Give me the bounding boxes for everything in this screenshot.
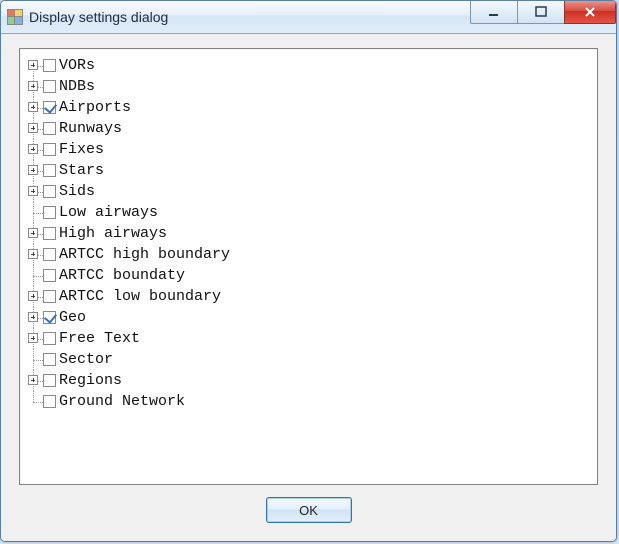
- expand-icon[interactable]: [28, 81, 38, 91]
- tree-line: [24, 328, 43, 349]
- tree-node-label: Low airways: [59, 202, 158, 223]
- checkbox[interactable]: [43, 332, 56, 345]
- checkbox[interactable]: [43, 206, 56, 219]
- tree-node-label: Free Text: [59, 328, 140, 349]
- client-area: VORsNDBsAirportsRunwaysFixesStarsSidsLow…: [1, 34, 616, 541]
- tree-node[interactable]: Airports: [24, 97, 593, 118]
- expand-icon[interactable]: [28, 60, 38, 70]
- checkbox[interactable]: [43, 164, 56, 177]
- dialog-window: Display settings dialog VORsNDBsAirports…: [0, 0, 617, 542]
- tree-line: [24, 97, 43, 118]
- close-icon: [584, 6, 596, 18]
- tree-node-label: ARTCC boundaty: [59, 265, 185, 286]
- expand-icon[interactable]: [28, 144, 38, 154]
- expand-icon[interactable]: [28, 291, 38, 301]
- tree-line: [24, 223, 43, 244]
- tree-node[interactable]: Fixes: [24, 139, 593, 160]
- tree-line: [24, 244, 43, 265]
- tree-line: [24, 265, 43, 286]
- tree-line: [24, 307, 43, 328]
- tree-node[interactable]: ARTCC high boundary: [24, 244, 593, 265]
- tree-line: [24, 181, 43, 202]
- checkbox[interactable]: [43, 395, 56, 408]
- tree-node[interactable]: Sids: [24, 181, 593, 202]
- close-button[interactable]: [564, 1, 616, 24]
- tree-node-label: Regions: [59, 370, 122, 391]
- tree-node-label: Airports: [59, 97, 131, 118]
- tree-line: [24, 349, 43, 370]
- maximize-button[interactable]: [517, 1, 565, 24]
- checkbox[interactable]: [43, 122, 56, 135]
- checkbox[interactable]: [43, 269, 56, 282]
- tree-line: [24, 139, 43, 160]
- tree-node-label: Runways: [59, 118, 122, 139]
- tree-line: [24, 118, 43, 139]
- checkbox[interactable]: [43, 227, 56, 240]
- tree-node-label: Ground Network: [59, 391, 185, 412]
- checkbox[interactable]: [43, 185, 56, 198]
- expand-icon[interactable]: [28, 186, 38, 196]
- tree-line: [24, 160, 43, 181]
- tree-node-label: High airways: [59, 223, 167, 244]
- tree-node[interactable]: Low airways: [24, 202, 593, 223]
- titlebar: Display settings dialog: [1, 1, 616, 34]
- expand-icon[interactable]: [28, 165, 38, 175]
- app-icon: [7, 9, 23, 25]
- tree-node[interactable]: Free Text: [24, 328, 593, 349]
- tree-node[interactable]: ARTCC boundaty: [24, 265, 593, 286]
- expand-icon[interactable]: [28, 249, 38, 259]
- tree-node-label: Stars: [59, 160, 104, 181]
- checkbox[interactable]: [43, 311, 56, 324]
- tree-node-label: Sector: [59, 349, 113, 370]
- tree-view[interactable]: VORsNDBsAirportsRunwaysFixesStarsSidsLow…: [19, 48, 598, 485]
- expand-icon[interactable]: [28, 102, 38, 112]
- tree-node-label: ARTCC high boundary: [59, 244, 230, 265]
- expand-icon[interactable]: [28, 375, 38, 385]
- tree-node-label: Fixes: [59, 139, 104, 160]
- tree-node[interactable]: ARTCC low boundary: [24, 286, 593, 307]
- tree-node[interactable]: Runways: [24, 118, 593, 139]
- window-control-group: [471, 1, 616, 23]
- ok-button[interactable]: OK: [266, 497, 352, 523]
- minimize-icon: [488, 6, 500, 18]
- tree-node[interactable]: Regions: [24, 370, 593, 391]
- tree-node-label: VORs: [59, 55, 95, 76]
- expand-icon[interactable]: [28, 333, 38, 343]
- tree-node[interactable]: High airways: [24, 223, 593, 244]
- tree-node[interactable]: NDBs: [24, 76, 593, 97]
- tree-node-label: Sids: [59, 181, 95, 202]
- expand-icon[interactable]: [28, 123, 38, 133]
- tree-line: [24, 391, 43, 412]
- tree-node[interactable]: Ground Network: [24, 391, 593, 412]
- tree-node-label: ARTCC low boundary: [59, 286, 221, 307]
- tree-line: [24, 286, 43, 307]
- expand-icon[interactable]: [28, 228, 38, 238]
- checkbox[interactable]: [43, 353, 56, 366]
- tree-line: [24, 55, 43, 76]
- tree-node[interactable]: Stars: [24, 160, 593, 181]
- checkbox[interactable]: [43, 80, 56, 93]
- checkbox[interactable]: [43, 59, 56, 72]
- minimize-button[interactable]: [470, 1, 518, 24]
- tree-line: [24, 370, 43, 391]
- checkbox[interactable]: [43, 290, 56, 303]
- checkbox[interactable]: [43, 101, 56, 114]
- expand-icon[interactable]: [28, 312, 38, 322]
- maximize-icon: [535, 6, 547, 18]
- checkbox[interactable]: [43, 143, 56, 156]
- button-row: OK: [19, 485, 598, 527]
- tree-node-label: Geo: [59, 307, 86, 328]
- tree-line: [24, 202, 43, 223]
- checkbox[interactable]: [43, 374, 56, 387]
- tree-node[interactable]: Geo: [24, 307, 593, 328]
- checkbox[interactable]: [43, 248, 56, 261]
- tree-node[interactable]: Sector: [24, 349, 593, 370]
- tree-line: [24, 76, 43, 97]
- window-title: Display settings dialog: [29, 9, 168, 25]
- tree-node[interactable]: VORs: [24, 55, 593, 76]
- tree-node-label: NDBs: [59, 76, 95, 97]
